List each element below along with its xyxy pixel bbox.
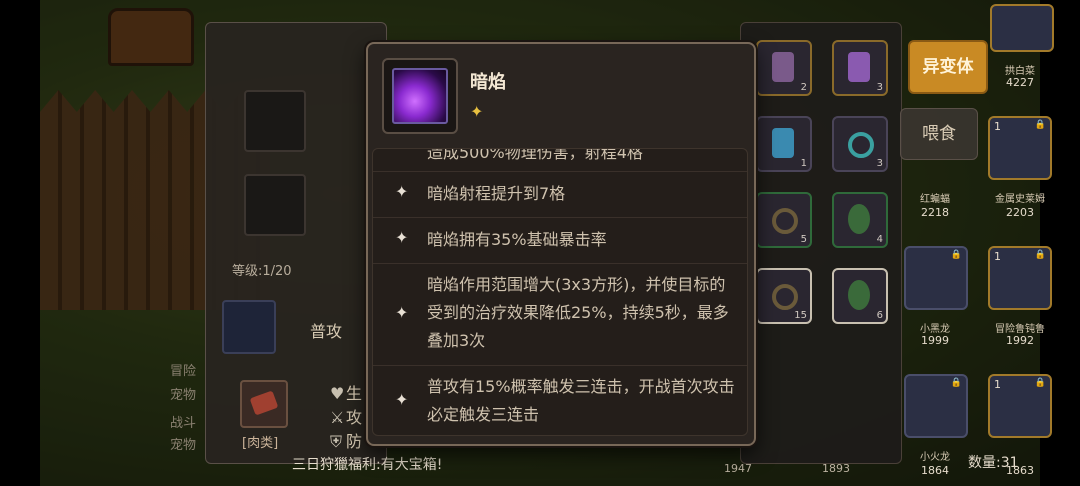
skill-effect-item: 造成500%物理伤害，射程4格 (373, 148, 747, 172)
skill-effects-list[interactable]: 造成500%物理伤害，射程4格 ✦ 暗焰射程提升到7格 ✦ 暗焰拥有35%基础暴… (372, 148, 748, 436)
monster-card[interactable]: 1 🔒 (988, 374, 1052, 438)
side-label-pet-2: 宠物 (170, 438, 197, 453)
feed-button[interactable]: 喂食 (900, 108, 978, 160)
skill-tooltip: 暗焰 ✦ 造成500%物理伤害，射程4格 ✦ 暗焰射程提升到7格 ✦ 暗焰拥有3… (366, 42, 756, 446)
food-item-slot[interactable] (240, 380, 288, 428)
left-letterbox (0, 0, 40, 486)
ring-icon (772, 284, 798, 310)
inventory-item[interactable]: 15 (756, 268, 812, 324)
inventory-count: 2 (800, 82, 807, 93)
inventory-item[interactable]: 6 (832, 268, 888, 324)
lock-icon: 🔒 (950, 250, 962, 260)
star-icon: ✦ (470, 102, 484, 121)
lock-icon: 🔒 (1034, 120, 1046, 130)
stat-hp-label: 生 (346, 384, 363, 403)
side-label-pet-1: 宠物 (170, 388, 197, 403)
heart-icon: ♥ (330, 384, 345, 403)
inventory-item[interactable]: 3 (832, 116, 888, 172)
sword-icon: ⚔ (330, 408, 345, 427)
inventory-count: 6 (876, 310, 883, 321)
monster-count: 1 (994, 250, 1001, 263)
banner-icon (848, 52, 870, 82)
monster-card[interactable]: 1 🔒 (988, 246, 1052, 310)
monster-score: 2218 (921, 206, 949, 219)
sparkle-icon: ✦ (395, 228, 409, 247)
amulet-icon (848, 204, 870, 234)
sparkle-icon: ✦ (395, 182, 409, 201)
lock-icon: 🔒 (950, 378, 962, 388)
scroll-icon (772, 52, 794, 82)
stat-defense-label: 防 (346, 432, 363, 451)
skill-icon-frame (382, 58, 458, 134)
monster-card[interactable] (990, 4, 1054, 52)
monster-name: 小黑龙 (920, 324, 950, 335)
bottom-score: 1893 (822, 462, 850, 475)
food-item-label: [肉类] (242, 436, 279, 451)
skill-effect-text: 普攻有15%概率触发三连击，开战首次攻击必定触发三连击 (427, 377, 735, 424)
monster-name: 红蝙蝠 (920, 194, 950, 205)
sparkle-icon: ✦ (395, 303, 409, 322)
skill-effect-text: 造成500%物理伤害，射程4格 (427, 148, 643, 162)
dark-flame-icon (392, 68, 448, 124)
stat-hp: ♥ 生 (330, 380, 362, 404)
inventory-count: 1 (800, 158, 807, 169)
inventory-item[interactable]: 3 (832, 40, 888, 96)
monster-card[interactable]: 1 🔒 (988, 116, 1052, 180)
stat-attack-label: 攻 (346, 408, 363, 427)
level-label: 等级:1/20 (232, 264, 292, 279)
ring-icon (848, 132, 874, 158)
inventory-item[interactable]: 1 (756, 116, 812, 172)
skill-effect-text: 暗焰拥有35%基础暴击率 (427, 230, 607, 249)
monster-score: 2203 (1006, 206, 1034, 219)
skill-effect-text: 暗焰射程提升到7格 (427, 184, 566, 203)
lock-icon: 🔒 (1034, 378, 1046, 388)
bottom-banner-text: 三日狩獵福利:有大宝箱! (292, 457, 443, 473)
monster-score: 1864 (921, 464, 949, 477)
monster-card[interactable]: 🔒 (904, 374, 968, 438)
monster-name: 冒险鲁钝鲁 (995, 324, 1045, 335)
skill-effect-item: ✦ 普攻有15%概率触发三连击，开战首次攻击必定触发三连击 (373, 365, 747, 435)
equip-slot-1[interactable] (244, 90, 306, 152)
meat-icon (249, 390, 279, 416)
skill-effect-item: ✦ 暗焰作用范围增大(3x3方形)，并使目标的受到的治疗效果降低25%，持续5秒… (373, 263, 747, 366)
skill-effect-item: ✦ 暗焰射程提升到7格 (373, 171, 747, 218)
monster-score: 4227 (1006, 76, 1034, 89)
inventory-count: 5 (800, 234, 807, 245)
monster-card[interactable]: 🔒 (904, 246, 968, 310)
monster-score: 1992 (1006, 334, 1034, 347)
sparkle-icon: ✦ (395, 390, 409, 409)
side-label-adventure: 冒险 (170, 364, 197, 379)
inventory-count: 3 (876, 158, 883, 169)
side-label-battle: 战斗 (170, 416, 197, 431)
skill-effect-item: ✦ 暗焰拥有35%基础暴击率 (373, 217, 747, 264)
monster-name: 金属史莱姆 (995, 194, 1045, 205)
monster-name: 小火龙 (920, 452, 950, 463)
quantity-label: 数量:31 (968, 455, 1019, 471)
skill-name: 暗焰 (470, 72, 506, 93)
amulet-icon (848, 280, 870, 310)
shield-icon: ⛨ (330, 432, 343, 451)
skill-effect-text: 暗焰作用范围增大(3x3方形)，并使目标的受到的治疗效果降低25%，持续5秒，最… (427, 275, 729, 350)
monster-name: 拱白菜 (1005, 66, 1035, 77)
scroll-icon (772, 128, 794, 158)
monster-score: 1999 (921, 334, 949, 347)
inventory-item[interactable]: 2 (756, 40, 812, 96)
ring-icon (772, 208, 798, 234)
stat-defense: ⛨ 防 (330, 428, 362, 452)
normal-attack-icon[interactable] (222, 300, 276, 354)
inventory-count: 3 (876, 82, 883, 93)
lock-icon: 🔒 (1034, 250, 1046, 260)
normal-attack-label: 普攻 (310, 322, 343, 341)
inventory-item[interactable]: 4 (832, 192, 888, 248)
stat-attack: ⚔ 攻 (330, 404, 362, 428)
mutate-button[interactable]: 异变体 (908, 40, 988, 94)
inventory-count: 4 (876, 234, 883, 245)
inventory-count: 15 (794, 310, 807, 321)
inventory-item[interactable]: 5 (756, 192, 812, 248)
equip-slot-2[interactable] (244, 174, 306, 236)
bottom-score: 1947 (724, 462, 752, 475)
monster-count: 1 (994, 120, 1001, 133)
monster-count: 1 (994, 378, 1001, 391)
